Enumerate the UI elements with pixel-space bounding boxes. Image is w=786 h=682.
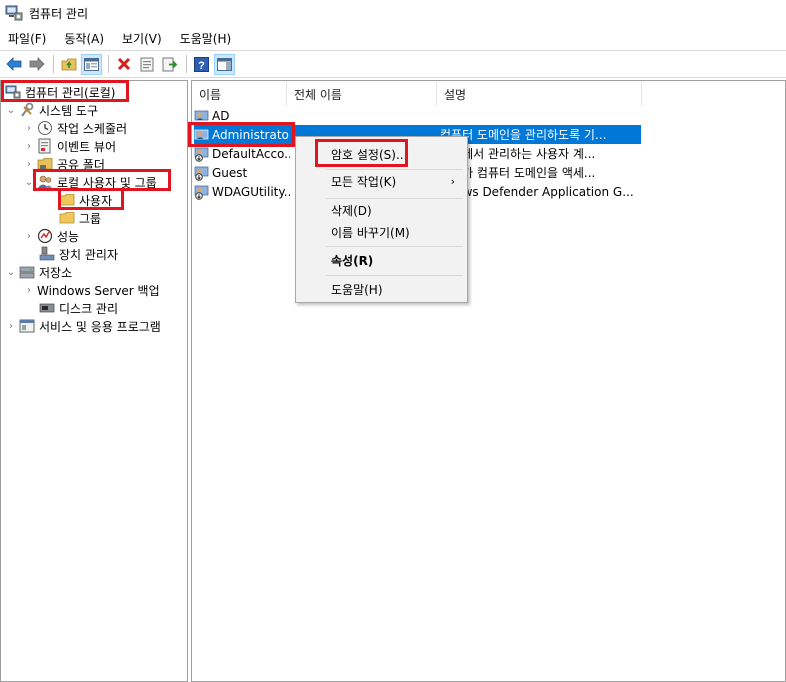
event-viewer-icon bbox=[37, 138, 53, 154]
show-action-pane-icon[interactable] bbox=[214, 53, 235, 75]
console-tree[interactable]: 컴퓨터 관리(로컬) ⌄ 시스템 도구 › 작업 스케줄러 › 이벤트 뷰어 ›… bbox=[0, 80, 188, 682]
toolbar-separator bbox=[53, 55, 54, 73]
title-bar: 컴퓨터 관리 bbox=[0, 0, 786, 26]
user-icon bbox=[194, 108, 210, 124]
up-folder-icon[interactable] bbox=[58, 54, 79, 75]
chevron-right-icon[interactable]: › bbox=[5, 320, 17, 332]
tree-label-event-viewer: 이벤트 뷰어 bbox=[57, 139, 117, 154]
tree-item-computer-management[interactable]: 컴퓨터 관리(로컬) bbox=[5, 83, 115, 101]
chevron-down-icon[interactable]: ⌄ bbox=[5, 104, 17, 116]
column-header-name[interactable]: 이름 bbox=[192, 82, 287, 106]
tools-icon bbox=[19, 102, 35, 118]
column-header-description[interactable]: 설명 bbox=[437, 82, 642, 106]
services-icon bbox=[19, 318, 35, 334]
help-icon[interactable]: ? bbox=[191, 54, 212, 75]
clock-icon bbox=[37, 120, 53, 136]
properties-icon[interactable] bbox=[136, 54, 157, 75]
menu-item-set-password[interactable]: 암호 설정(S)... bbox=[298, 143, 465, 165]
export-icon[interactable] bbox=[159, 54, 180, 75]
tree-label-local-users-groups: 로컬 사용자 및 그룹 bbox=[57, 175, 157, 190]
tree-item-system-tools[interactable]: ⌄ 시스템 도구 bbox=[5, 101, 98, 119]
svg-text:?: ? bbox=[198, 60, 205, 72]
delete-icon[interactable] bbox=[113, 54, 134, 75]
chevron-right-icon[interactable]: › bbox=[23, 140, 35, 152]
chevron-right-icon[interactable]: › bbox=[23, 122, 35, 134]
tree-item-windows-server-backup[interactable]: › Windows Server 백업 bbox=[23, 281, 160, 299]
tree-label-shared-folders: 공유 폴더 bbox=[57, 157, 105, 172]
list-item[interactable]: AD bbox=[194, 106, 640, 125]
chevron-right-icon: › bbox=[450, 174, 455, 188]
chevron-down-icon[interactable]: ⌄ bbox=[23, 176, 35, 188]
tree-label-performance: 성능 bbox=[57, 229, 80, 244]
menu-bar: 파일(F) 동작(A) 보기(V) 도움말(H) bbox=[0, 27, 786, 49]
chevron-right-icon[interactable]: › bbox=[23, 284, 35, 296]
disabled-user-icon bbox=[194, 165, 210, 181]
disabled-user-icon bbox=[194, 184, 210, 200]
computer-management-icon bbox=[5, 84, 21, 100]
menu-item-help[interactable]: 도움말(H) bbox=[298, 278, 465, 300]
tree-label-windows-server-backup: Windows Server 백업 bbox=[37, 283, 160, 298]
tree-item-local-users-groups[interactable]: ⌄ 로컬 사용자 및 그룹 bbox=[23, 173, 157, 191]
tree-item-users[interactable]: 사용자 bbox=[59, 191, 112, 209]
toolbar-separator bbox=[108, 55, 109, 73]
menu-action[interactable]: 동작(A) bbox=[55, 30, 113, 47]
window-title: 컴퓨터 관리 bbox=[29, 6, 89, 21]
disabled-user-icon bbox=[194, 146, 210, 162]
tree-item-shared-folders[interactable]: › 공유 폴더 bbox=[23, 155, 105, 173]
context-menu: 암호 설정(S)... 모든 작업(K) › 삭제(D) 이름 바꾸기(M) 속… bbox=[295, 136, 468, 303]
menu-item-rename[interactable]: 이름 바꾸기(M) bbox=[298, 221, 465, 243]
device-manager-icon bbox=[39, 246, 55, 262]
tree-label-device-manager: 장치 관리자 bbox=[59, 247, 119, 262]
menu-separator bbox=[326, 275, 463, 276]
toolbar: ? bbox=[0, 50, 786, 78]
user-icon bbox=[194, 127, 210, 143]
menu-help[interactable]: 도움말(H) bbox=[171, 30, 241, 47]
tree-label-task-scheduler: 작업 스케줄러 bbox=[57, 121, 128, 136]
tree-item-event-viewer[interactable]: › 이벤트 뷰어 bbox=[23, 137, 116, 155]
tree-label-storage: 저장소 bbox=[39, 265, 73, 280]
users-groups-icon bbox=[37, 174, 53, 190]
tree-item-services-apps[interactable]: › 서비스 및 응용 프로그램 bbox=[5, 317, 161, 335]
show-tree-icon[interactable] bbox=[81, 53, 102, 75]
toolbar-separator bbox=[186, 55, 187, 73]
back-icon[interactable] bbox=[3, 54, 24, 75]
tree-label-users: 사용자 bbox=[79, 193, 113, 208]
menu-item-properties[interactable]: 속성(R) bbox=[298, 249, 465, 271]
tree-item-storage[interactable]: ⌄ 저장소 bbox=[5, 263, 72, 281]
tree-item-performance[interactable]: › 성능 bbox=[23, 227, 79, 245]
chevron-right-icon[interactable]: › bbox=[23, 230, 35, 242]
disk-management-icon bbox=[39, 300, 55, 316]
computer-management-icon bbox=[5, 5, 23, 21]
tree-label-root: 컴퓨터 관리(로컬) bbox=[25, 85, 116, 100]
tree-label-system-tools: 시스템 도구 bbox=[39, 103, 99, 118]
folder-icon bbox=[59, 210, 75, 226]
performance-icon bbox=[37, 228, 53, 244]
tree-item-task-scheduler[interactable]: › 작업 스케줄러 bbox=[23, 119, 127, 137]
tree-item-groups[interactable]: 그룹 bbox=[59, 209, 101, 227]
column-header-full-name[interactable]: 전체 이름 bbox=[287, 82, 437, 106]
user-list-pane[interactable]: 이름 전체 이름 설명 AD Administrator 컴퓨터 도메인을 관리… bbox=[191, 80, 786, 682]
folder-icon bbox=[59, 192, 75, 208]
menu-view[interactable]: 보기(V) bbox=[113, 30, 171, 47]
tree-item-device-manager[interactable]: 장치 관리자 bbox=[39, 245, 118, 263]
menu-item-delete[interactable]: 삭제(D) bbox=[298, 199, 465, 221]
tree-item-disk-management[interactable]: 디스크 관리 bbox=[39, 299, 118, 317]
chevron-right-icon[interactable]: › bbox=[23, 158, 35, 170]
chevron-down-icon[interactable]: ⌄ bbox=[5, 266, 17, 278]
storage-icon bbox=[19, 264, 35, 280]
tree-label-services-apps: 서비스 및 응용 프로그램 bbox=[39, 319, 161, 334]
tree-label-groups: 그룹 bbox=[79, 211, 102, 226]
menu-item-all-tasks[interactable]: 모든 작업(K) › bbox=[298, 170, 465, 192]
forward-icon[interactable] bbox=[26, 54, 47, 75]
tree-label-disk-management: 디스크 관리 bbox=[59, 301, 119, 316]
shared-folder-icon bbox=[37, 156, 53, 172]
menu-separator bbox=[326, 246, 463, 247]
menu-file[interactable]: 파일(F) bbox=[0, 30, 55, 47]
